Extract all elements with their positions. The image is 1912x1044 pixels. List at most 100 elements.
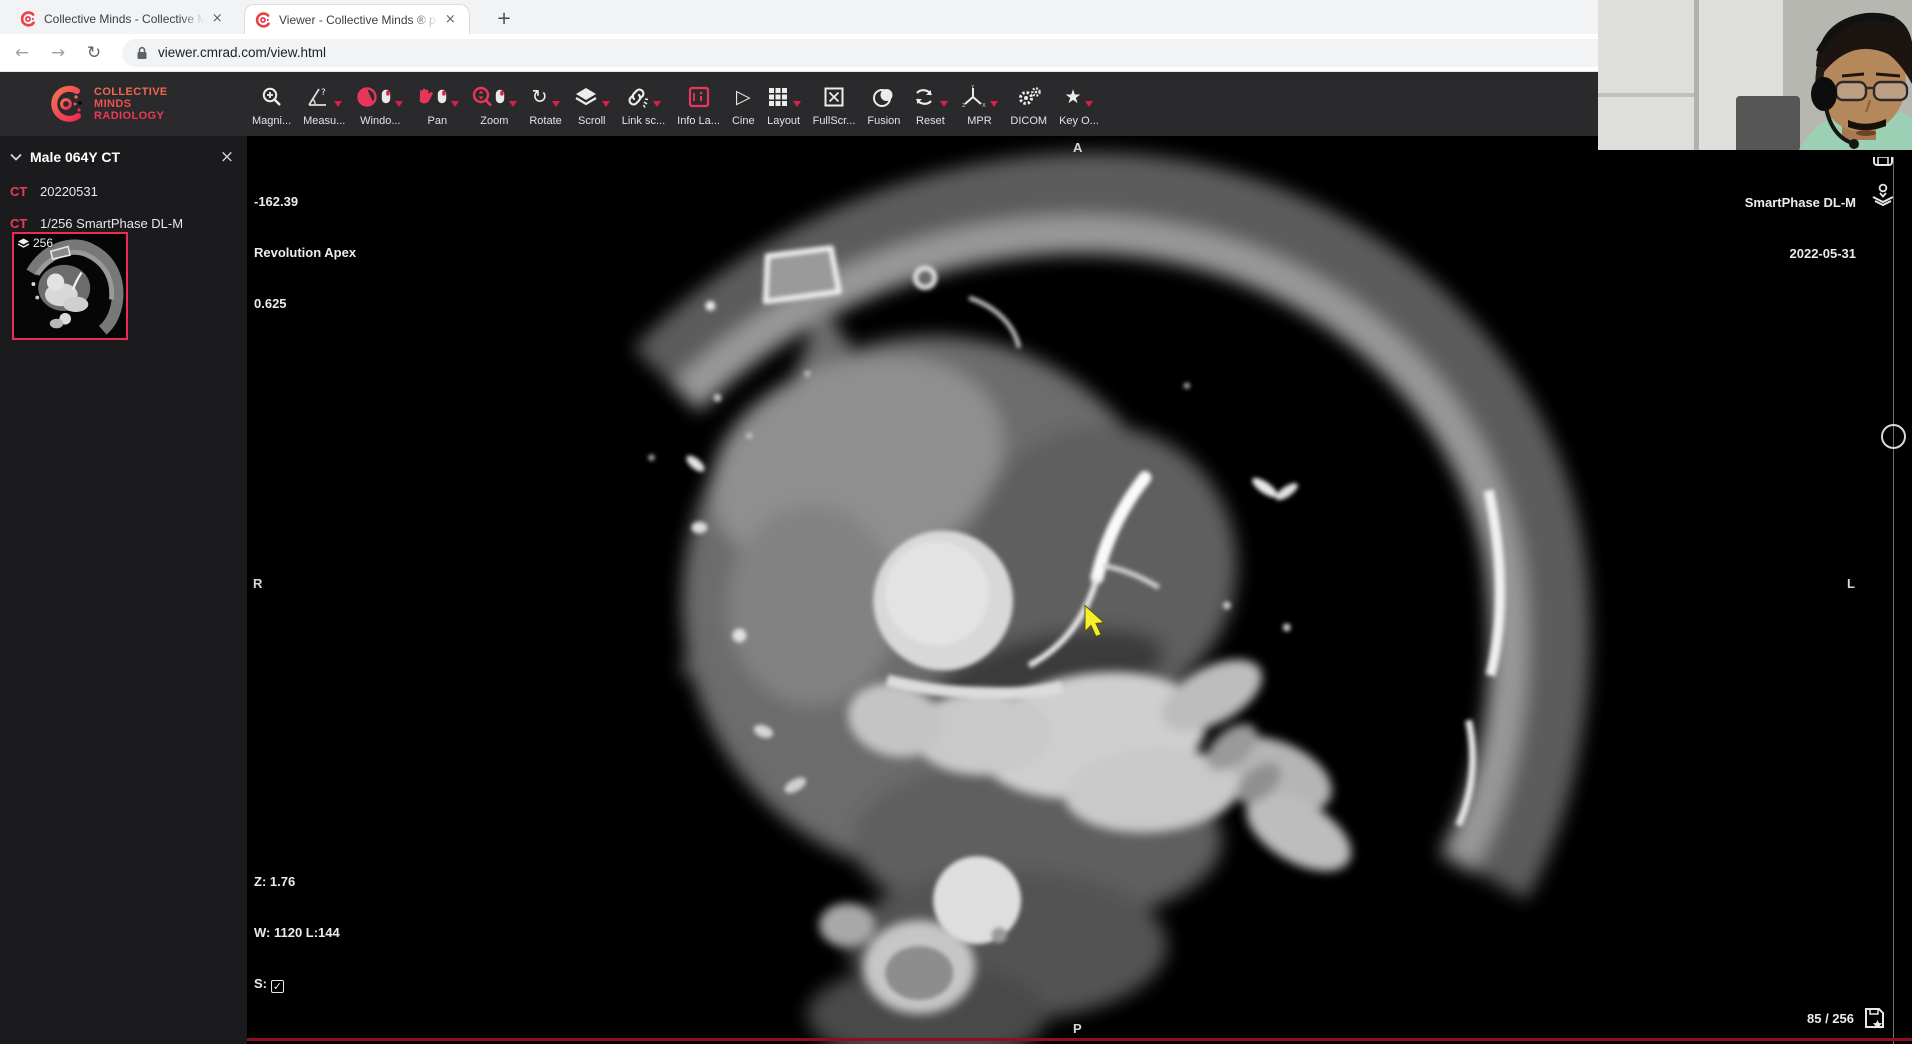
dropdown-caret[interactable] [1085, 101, 1093, 107]
svg-text:X: X [982, 103, 986, 109]
magnifier-plus-icon [261, 86, 283, 108]
study-date: 2022-05-31 [1745, 245, 1856, 262]
stack-scroll-thumb[interactable] [1881, 424, 1906, 449]
scanner-name: Revolution Apex [254, 244, 356, 261]
tool-label: MPR [967, 115, 991, 127]
tool-label: Windo... [360, 115, 400, 127]
broken-link-icon [625, 86, 649, 108]
orientation-posterior: P [1073, 1021, 1082, 1036]
svg-text:Y: Y [970, 85, 975, 91]
tool-reset[interactable]: Reset [906, 78, 954, 131]
logo-line3: RADIOLOGY [94, 110, 168, 122]
tool-window[interactable]: Windo... [351, 78, 409, 131]
tool-key-objects[interactable]: ★ Key O... [1053, 78, 1105, 131]
logo-line1: COLLECTIVE [94, 86, 168, 98]
forward-button[interactable]: → [44, 39, 72, 67]
dropdown-caret[interactable] [653, 101, 661, 107]
rotate-icon: ↻ [532, 87, 548, 107]
tab-title: Collective Minds - Collective Min [44, 12, 204, 26]
series-name: SmartPhase DL-M [1745, 194, 1856, 211]
tab-collective-minds[interactable]: Collective Minds - Collective Min × [10, 4, 236, 34]
tool-label: Key O... [1059, 115, 1099, 127]
tool-label: Scroll [578, 115, 606, 127]
svg-text:Z: Z [962, 103, 966, 109]
tool-rotate[interactable]: ↻ Rotate [523, 78, 567, 131]
orientation-right: R [253, 576, 262, 591]
tool-label: Zoom [480, 115, 508, 127]
dropdown-caret[interactable] [940, 101, 948, 107]
tab-viewer[interactable]: Viewer - Collective Minds ® powe × [244, 4, 470, 34]
sync-checkbox[interactable]: ✓ [271, 980, 284, 993]
mouse-icon [381, 89, 391, 104]
display-info-overlay: Z: 1.76 W: 1120 L:144 S:✓ [254, 839, 340, 1027]
dropdown-caret[interactable] [602, 101, 610, 107]
tool-buttons: Magni... ? Measu... Windo... [246, 78, 1105, 131]
patient-header[interactable]: Male 064Y CT × [0, 142, 247, 172]
back-button[interactable]: ← [8, 39, 36, 67]
lock-icon [136, 46, 148, 60]
fusion-circles-icon [872, 86, 896, 108]
star-icon: ★ [1064, 87, 1081, 107]
slice-counter-block: 85 / 256 [1807, 1006, 1886, 1031]
gears-icon [1016, 86, 1042, 108]
tool-label: DICOM [1010, 115, 1047, 127]
layers-icon [574, 86, 598, 108]
tool-scroll[interactable]: Scroll [568, 78, 616, 131]
tool-label: Rotate [529, 115, 561, 127]
slice-info-overlay: -162.39 Revolution Apex 0.625 [254, 159, 356, 346]
new-tab-button[interactable]: + [492, 8, 516, 32]
webcam-overlay [1598, 0, 1912, 157]
dropdown-caret[interactable] [990, 101, 998, 107]
tool-link-scroll[interactable]: Link sc... [616, 78, 671, 131]
dropdown-caret[interactable] [509, 101, 517, 107]
address-bar[interactable]: viewer.cmrad.com/view.html [122, 39, 1802, 67]
key-image-save-icon[interactable] [1862, 1006, 1886, 1031]
mouse-icon [437, 89, 447, 104]
tool-dicom[interactable]: DICOM [1004, 78, 1053, 131]
tool-measure[interactable]: ? Measu... [297, 78, 351, 131]
tool-pan[interactable]: Pan [409, 78, 465, 131]
fullscreen-icon [823, 86, 845, 108]
dropdown-caret[interactable] [395, 101, 403, 107]
reset-icon [912, 86, 936, 108]
orientation-left: L [1847, 576, 1855, 591]
chevron-down-icon[interactable] [10, 153, 22, 161]
ct-viewport[interactable]: A R L P -162.39 Revolution Apex 0.625 Sm… [247, 136, 1912, 1044]
tool-cine[interactable]: ▷ Cine [726, 78, 761, 131]
url-text: viewer.cmrad.com/view.html [158, 45, 326, 60]
tool-fullscreen[interactable]: FullScr... [807, 78, 862, 131]
mouse-icon [495, 89, 505, 104]
sidebar-close-icon[interactable]: × [217, 147, 237, 167]
tool-label: Measu... [303, 115, 345, 127]
slice-position: -162.39 [254, 193, 356, 210]
tool-magnify[interactable]: Magni... [246, 78, 297, 131]
study-item-date[interactable]: CT 20220531 [0, 178, 247, 204]
tool-layout[interactable]: Layout [761, 78, 807, 131]
series-thumbnail[interactable]: 256 [12, 232, 128, 340]
slice-counter: 85 / 256 [1807, 1010, 1854, 1027]
tool-mpr[interactable]: Y Z X MPR [954, 78, 1004, 131]
grid-icon [767, 86, 789, 108]
stack-scroll-track[interactable] [1893, 136, 1894, 1044]
collective-minds-logo: COLLECTIVE MINDS RADIOLOGY [46, 83, 242, 125]
study-label: 20220531 [40, 184, 98, 199]
dropdown-caret[interactable] [552, 101, 560, 107]
tab-close-icon[interactable]: × [208, 10, 226, 28]
webcam-video [1598, 0, 1912, 157]
tool-zoom[interactable]: Zoom [465, 78, 523, 131]
layers-icon [17, 238, 30, 249]
zoom-factor: Z: 1.76 [254, 873, 340, 890]
tool-info-labels[interactable]: Info La... [671, 78, 726, 131]
slice-thickness: 0.625 [254, 295, 356, 312]
reload-button[interactable]: ↻ [80, 39, 108, 67]
ct-axial-image [247, 136, 1912, 1044]
dropdown-caret[interactable] [451, 101, 459, 107]
dropdown-caret[interactable] [334, 101, 342, 107]
tool-fusion[interactable]: Fusion [861, 78, 906, 131]
tool-label: Magni... [252, 115, 291, 127]
window-level-icon [357, 86, 379, 108]
tool-label: Fusion [867, 115, 900, 127]
tool-label: Info La... [677, 115, 720, 127]
tab-close-icon[interactable]: × [442, 11, 459, 29]
dropdown-caret[interactable] [793, 101, 801, 107]
